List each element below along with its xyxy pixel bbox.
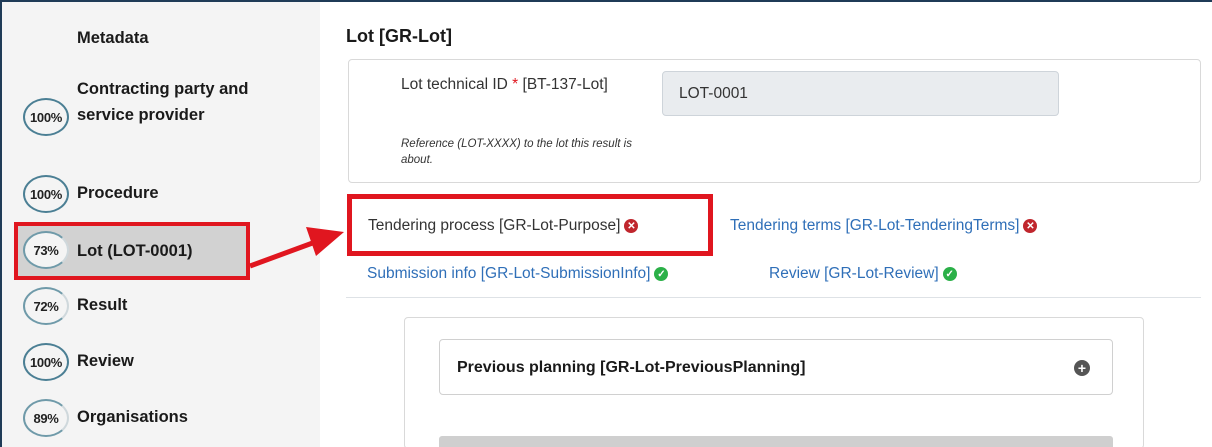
progress-ring: 72%	[23, 287, 69, 325]
tab-label: Review [GR-Lot-Review]	[769, 265, 939, 282]
sidebar-item-label: Review	[77, 352, 134, 370]
progress-ring: 100%	[23, 175, 69, 213]
sidebar: Metadata 100% Contracting party and serv…	[2, 2, 320, 447]
tab-submission-info[interactable]: Submission info [GR-Lot-SubmissionInfo] …	[367, 265, 669, 283]
error-icon: ✕	[624, 219, 639, 233]
lot-id-input[interactable]	[662, 71, 1059, 116]
collapsed-section-header[interactable]	[439, 436, 1113, 447]
tab-label: Tendering process [GR-Lot-Purpose]	[368, 217, 621, 234]
progress-ring: 89%	[23, 399, 69, 437]
plus-circle-icon[interactable]: +	[1074, 360, 1090, 376]
sidebar-item-label: Organisations	[77, 408, 188, 426]
tab-label: Tendering terms [GR-Lot-TenderingTerms]	[730, 217, 1020, 234]
sidebar-item-result[interactable]: 72% Result	[2, 286, 320, 326]
sidebar-item-organisations[interactable]: 89% Organisations	[2, 398, 320, 438]
field-label: Lot technical ID * [BT-137-Lot]	[401, 74, 641, 96]
accordion-previous-planning[interactable]: Previous planning [GR-Lot-PreviousPlanni…	[439, 339, 1113, 395]
main-content: Lot [GR-Lot] Lot technical ID * [BT-137-…	[320, 2, 1212, 447]
check-icon: ✓	[654, 267, 669, 281]
sidebar-item-label: Contracting party and service provider	[77, 80, 249, 124]
sidebar-item-label: Procedure	[77, 184, 159, 202]
divider	[346, 297, 1201, 298]
sidebar-item-label: Lot (LOT-0001)	[77, 242, 193, 260]
sidebar-item-metadata[interactable]: Metadata	[77, 29, 149, 48]
field-help-text: Reference (LOT-XXXX) to the lot this res…	[401, 138, 632, 166]
required-mark: *	[512, 76, 519, 93]
sidebar-item-contracting-party[interactable]: 100% Contracting party and service provi…	[2, 76, 320, 156]
sidebar-item-procedure[interactable]: 100% Procedure	[2, 174, 320, 214]
page-title: Lot [GR-Lot]	[346, 26, 452, 46]
check-icon: ✓	[942, 267, 957, 281]
field-code: [BT-137-Lot]	[522, 76, 608, 93]
error-icon: ✕	[1023, 219, 1038, 233]
tab-label: Submission info [GR-Lot-SubmissionInfo]	[367, 265, 651, 282]
accordion-title: Previous planning [GR-Lot-PreviousPlanni…	[457, 359, 806, 376]
tab-review[interactable]: Review [GR-Lot-Review] ✓	[769, 265, 957, 283]
tab-tendering-terms[interactable]: Tendering terms [GR-Lot-TenderingTerms] …	[730, 217, 1038, 235]
tab-tendering-process[interactable]: Tendering process [GR-Lot-Purpose] ✕	[368, 217, 639, 235]
sidebar-item-review[interactable]: 100% Review	[2, 342, 320, 382]
lot-id-card: Lot technical ID * [BT-137-Lot] Referenc…	[348, 59, 1201, 183]
progress-ring: 100%	[23, 343, 69, 381]
sidebar-item-lot[interactable]: 73% Lot (LOT-0001)	[14, 222, 250, 280]
sidebar-item-label: Result	[77, 296, 128, 314]
field-label-text: Lot technical ID	[401, 76, 508, 93]
progress-ring: 73%	[23, 231, 69, 269]
tab-panel: Previous planning [GR-Lot-PreviousPlanni…	[404, 317, 1144, 447]
progress-ring: 100%	[23, 98, 69, 136]
